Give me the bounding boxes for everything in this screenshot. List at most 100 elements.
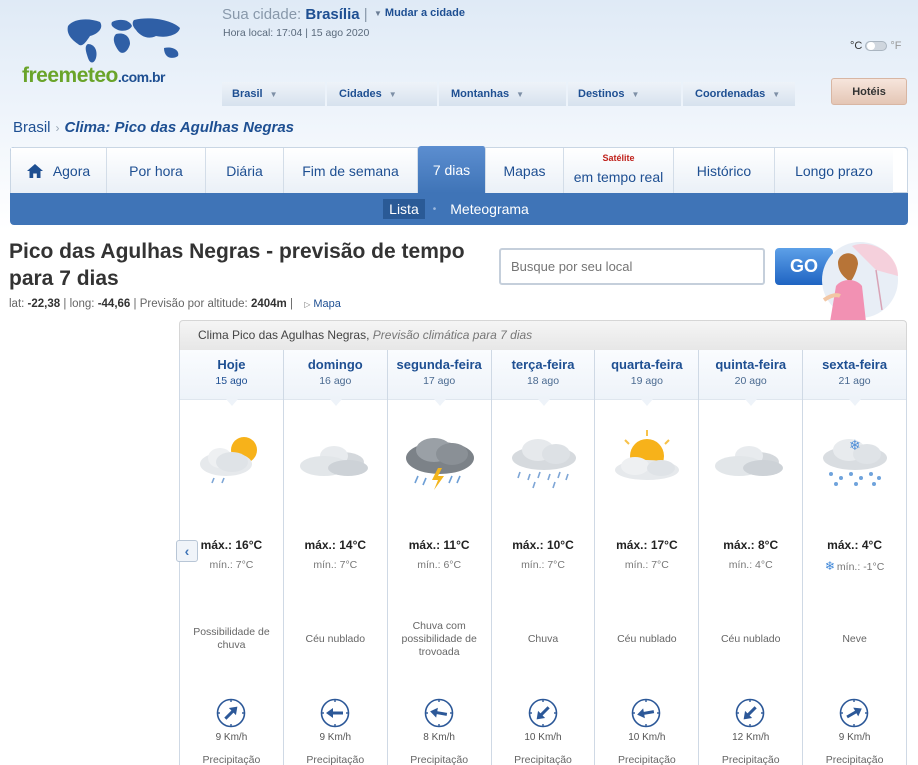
max-value: 11°C [443, 538, 470, 552]
wind-direction-icon [632, 698, 661, 728]
tab-label: Por hora [129, 162, 183, 179]
chevron-down-icon: ▼ [631, 89, 640, 99]
hotels-button[interactable]: Hotéis [831, 78, 907, 105]
tab-label: Agora [52, 162, 91, 179]
forecast-tabs: Agora Por hora Diária Fim de semana 7 di… [10, 146, 908, 225]
precip-label: Precipitação [825, 754, 884, 765]
day-name: domingo [307, 357, 363, 372]
coordinates: lat: -22,38 | long: -44,66 | Previsão po… [9, 298, 341, 310]
alt-label: Previsão por altitude: [139, 298, 248, 310]
precip-label: Precipitação [514, 754, 572, 765]
condition-text: Céu nublado [305, 632, 366, 645]
city-name[interactable]: Brasília [305, 6, 359, 23]
chevron-down-icon: ▼ [516, 89, 524, 99]
day-name: quinta-feira [715, 357, 787, 372]
world-map-icon [67, 18, 180, 63]
current-city: Sua cidade: Brasília | [222, 6, 368, 23]
topnav-coordenadas[interactable]: Coordenadas ▼ [683, 82, 795, 106]
day-header: quarta-feira 19 ago [595, 350, 699, 406]
max-temp: máx.: 10°C [492, 538, 595, 552]
wind-direction-icon [528, 698, 557, 728]
tab-fim-de-semana[interactable]: Fim de semana [284, 148, 418, 193]
breadcrumb-root[interactable]: Brasil [13, 119, 51, 136]
freemeteo-logo[interactable]: freemeteo.com.br [22, 12, 202, 92]
day-date: 15 ago [215, 375, 248, 387]
tab-longo-prazo[interactable]: Longo prazo [775, 148, 893, 193]
max-label: máx.: [408, 538, 441, 552]
topnav-destinos[interactable]: Destinos ▼ [568, 82, 681, 106]
topnav-label: Coordenadas [695, 88, 766, 100]
min-label: mín.: [521, 559, 545, 571]
forecast-day[interactable]: quarta-feira 19 ago máx.: 17°C mín.: 7°C Céu… [595, 350, 700, 765]
subtab-meteograma[interactable]: Meteograma [444, 199, 535, 219]
tab-mapas[interactable]: Mapas [486, 148, 564, 193]
min-value: 4°C [755, 559, 773, 571]
page-title: Pico das Agulhas Negras - previsão de te… [9, 240, 465, 290]
min-value: 7°C [235, 559, 254, 571]
promo-girl-umbrella-icon[interactable] [816, 240, 902, 322]
forecast-day[interactable]: quinta-feira 20 ago máx.: 8°C mín.: 4°C Céu … [699, 350, 804, 765]
max-temp: máx.: 4°C [803, 538, 906, 552]
wind-speed: 12 Km/h [732, 732, 770, 743]
day-header: segunda-feira 17 ago [387, 350, 491, 406]
min-temp: mín.: 6°C [388, 559, 491, 571]
day-name: terça-feira [511, 357, 575, 372]
tab-satelite[interactable]: Satélite em tempo real [564, 148, 674, 193]
tab-label: 7 dias [432, 161, 471, 178]
topnav-label: Cidades [339, 88, 382, 100]
forecast-panel: Clima Pico das Agulhas Negras, Previsão … [179, 320, 908, 765]
forecast-day[interactable]: domingo 16 ago máx.: 14°C mín.: 7°C Céu nubl… [283, 350, 388, 765]
min-value: 7°C [547, 559, 565, 571]
subtab-lista[interactable]: Lista [383, 199, 425, 219]
wind-speed: 9 Km/h [838, 732, 871, 743]
condition-text: Céu nublado [617, 632, 677, 645]
precip-label: Precipitação [721, 754, 780, 765]
tab-label: Histórico [696, 162, 752, 179]
day-name: quarta-feira [611, 357, 683, 372]
unit-toggle[interactable]: °C °F [850, 40, 901, 52]
search-input[interactable] [511, 259, 753, 274]
max-temp: máx.: 14°C [284, 538, 387, 552]
max-label: máx.: [512, 538, 544, 552]
svg-text:❄: ❄ [849, 438, 861, 454]
tab-diaria[interactable]: Diária [206, 148, 284, 193]
min-value: 7°C [339, 559, 358, 571]
wind-direction-icon [735, 698, 765, 728]
alt-value: 2404m [250, 298, 287, 310]
tab-7-dias[interactable]: 7 dias [418, 146, 486, 193]
topnav-label: Montanhas [451, 88, 510, 100]
previous-days-button[interactable]: ‹ [176, 540, 198, 562]
rain-icon [511, 439, 576, 489]
home-icon [26, 163, 43, 178]
map-link[interactable]: ▷ Mapa [304, 298, 341, 310]
breadcrumb-current: Clima: Pico das Agulhas Negras [64, 119, 295, 136]
tab-por-hora[interactable]: Por hora [107, 148, 206, 193]
min-label: mín.: [209, 559, 233, 571]
day-date: 20 ago [734, 375, 767, 387]
precip-label: Precipitação [306, 754, 365, 765]
local-time: Hora local: 17:04 | 15 ago 2020 [223, 27, 370, 39]
logo-text: freemeteo.com.br [22, 64, 165, 87]
max-value: 14°C [339, 538, 367, 552]
min-temp: mín.: 7°C [595, 559, 698, 571]
chevron-down-icon: ▼ [772, 89, 781, 99]
topnav-montanhas[interactable]: Montanhas ▼ [439, 82, 566, 106]
max-label: máx.: [200, 538, 233, 552]
max-temp: máx.: 17°C [595, 538, 698, 552]
tab-agora[interactable]: Agora [11, 148, 107, 193]
snow-icon: ❄ [823, 438, 888, 486]
unit-switch[interactable] [865, 41, 888, 51]
sep: | [63, 298, 67, 310]
change-city-link[interactable]: ▼ Mudar a cidade [374, 7, 465, 19]
forecast-day[interactable]: terça-feira 18 ago máx.: 10°C mín.: 7°C Chuv… [491, 350, 596, 765]
topnav-brasil[interactable]: Brasil ▼ [222, 82, 325, 106]
min-label: mín.: [417, 559, 441, 571]
wind-direction-icon [216, 698, 246, 728]
forecast-day[interactable]: segunda-feira 17 ago máx.: 11°C mín.: 6°C Ch… [387, 350, 492, 765]
min-label: mín.: [624, 559, 649, 571]
topnav-cidades[interactable]: Cidades ▼ [327, 82, 437, 106]
precip-label: Precipitação [202, 754, 261, 765]
tab-label: Fim de semana [302, 162, 399, 179]
forecast-day[interactable]: sexta-feira 21 ago ❄ máx.: 4°C ❄ mín.: -1°C Ne… [803, 350, 908, 765]
tab-historico[interactable]: Histórico [674, 148, 775, 193]
